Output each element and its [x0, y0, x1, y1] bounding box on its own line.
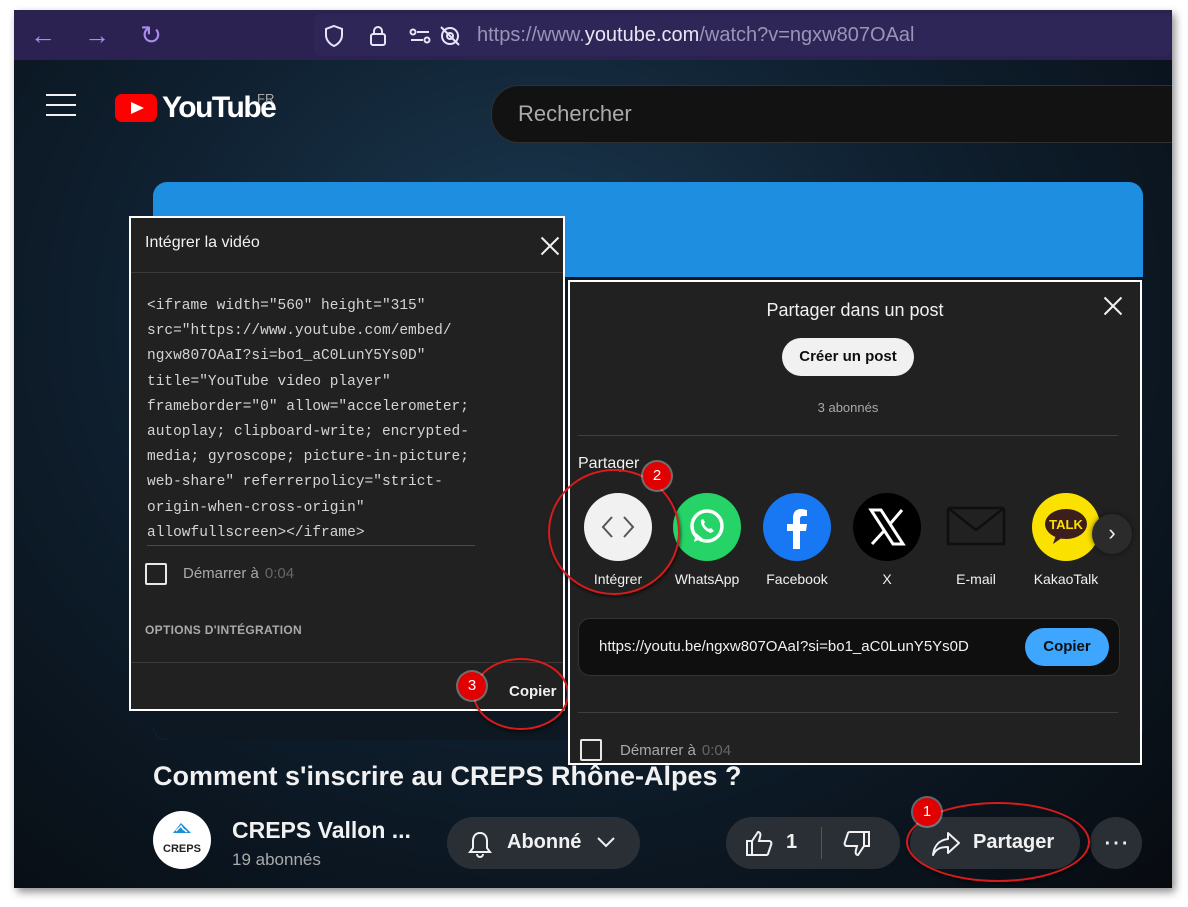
- whatsapp-icon: [673, 493, 741, 561]
- embed-code-line: ngxw807OAaI?si=bo1_aC0LunY5Ys0D": [147, 348, 426, 365]
- share-target-label: E-mail: [956, 571, 996, 587]
- kakaotalk-icon: TALK: [1032, 493, 1100, 561]
- chevron-right-icon[interactable]: ›: [1092, 514, 1132, 554]
- svg-text:TALK: TALK: [1049, 517, 1083, 532]
- start-at-checkbox[interactable]: [145, 563, 167, 585]
- share-link-text[interactable]: https://youtu.be/ngxw807OAaI?si=bo1_aC0L…: [599, 638, 969, 655]
- start-at-text: Démarrer à: [183, 565, 259, 582]
- start-at-text: Démarrer à: [620, 742, 696, 759]
- url-prefix: https://www.: [477, 24, 585, 46]
- embed-code-textarea[interactable]: <iframe width="560" height="315" src="htt…: [147, 294, 477, 540]
- annotation-ring: [473, 658, 569, 730]
- share-copy-button[interactable]: Copier: [1025, 628, 1109, 666]
- share-dialog-title: Partager dans un post: [766, 300, 944, 320]
- email-icon: [942, 493, 1010, 561]
- subscribed-label: Abonné: [507, 831, 582, 853]
- address-bar[interactable]: https://www.youtube.com/watch?v=ngxw807O…: [314, 14, 1172, 56]
- share-link-box: https://youtu.be/ngxw807OAaI?si=bo1_aC0L…: [578, 618, 1120, 676]
- annotation-badge-2: 2: [643, 462, 671, 490]
- browser-toolbar: ← → ↻ https://www.youtube.com/watch?v=ng…: [14, 10, 1172, 60]
- embed-code-line: autoplay; clipboard-write; encrypted-: [147, 424, 469, 441]
- search-input[interactable]: [516, 98, 1120, 130]
- divider: [147, 545, 475, 546]
- embed-code-line: allowfullscreen></iframe>: [147, 524, 365, 540]
- share-target-email[interactable]: E-mail: [936, 493, 1016, 587]
- more-icon: ⋯: [1103, 827, 1129, 857]
- divider: [821, 827, 822, 859]
- permissions-icon[interactable]: [408, 24, 432, 48]
- thumbs-down-icon[interactable]: [842, 830, 872, 858]
- subscribed-button[interactable]: Abonné: [447, 817, 640, 869]
- embed-code-line: <iframe width="560" height="315": [147, 298, 426, 314]
- avatar-text: CREPS: [163, 843, 201, 855]
- share-start-at-label: Démarrer à 0:04: [620, 742, 731, 759]
- menu-icon[interactable]: [46, 94, 76, 116]
- facebook-icon: [763, 493, 831, 561]
- like-count[interactable]: 1: [786, 831, 797, 854]
- reload-icon[interactable]: ↻: [136, 20, 166, 50]
- thumbs-up-icon[interactable]: [744, 829, 774, 857]
- share-target-x[interactable]: X: [847, 493, 927, 587]
- embed-code-line: web-share" referrerpolicy="strict-: [147, 474, 443, 491]
- share-target-label: KakaoTalk: [1033, 571, 1099, 587]
- like-dislike-group: 1: [726, 817, 900, 869]
- divider: [131, 272, 563, 273]
- embed-code-line: src="https://www.youtube.com/embed/: [147, 323, 452, 340]
- share-target-label: Facebook: [766, 571, 828, 587]
- share-target-label: WhatsApp: [674, 571, 740, 587]
- x-icon: [853, 493, 921, 561]
- share-target-label: X: [882, 571, 892, 587]
- embed-code-line: origin-when-cross-origin": [147, 499, 365, 516]
- start-at-time[interactable]: 0:04: [702, 742, 731, 759]
- subscriber-count: 3 abonnés: [817, 400, 879, 415]
- channel-name[interactable]: CREPS Vallon ...: [232, 817, 411, 844]
- url-host: youtube.com: [584, 24, 700, 46]
- screenshot-frame: ← → ↻ https://www.youtube.com/watch?v=ng…: [14, 10, 1172, 888]
- lock-icon[interactable]: [366, 24, 390, 48]
- embed-dialog: Intégrer la vidéo <iframe width="560" he…: [129, 216, 569, 730]
- close-icon[interactable]: [538, 234, 562, 258]
- avatar[interactable]: CREPS: [153, 811, 211, 869]
- share-dialog: Partager dans un post Créer un post 3 ab…: [548, 280, 1142, 765]
- annotation-badge-3: 3: [458, 672, 486, 700]
- url-text[interactable]: https://www.youtube.com/watch?v=ngxw807O…: [477, 24, 914, 47]
- chevron-down-icon: [597, 837, 615, 848]
- share-start-at-checkbox[interactable]: [580, 739, 602, 761]
- embed-code-line: frameborder="0" allow="accelerometer;: [147, 398, 469, 415]
- bell-icon: [468, 831, 492, 858]
- country-code: FR: [257, 91, 275, 106]
- channel-subscribers: 19 abonnés: [232, 850, 321, 869]
- start-at-time[interactable]: 0:04: [265, 565, 294, 582]
- more-actions-button[interactable]: ⋯: [1090, 817, 1142, 869]
- youtube-header: YouTube FR: [14, 68, 1172, 143]
- video-title: Comment s'inscrire au CREPS Rhône-Alpes …: [153, 761, 742, 791]
- annotation-badge-1: 1: [913, 798, 941, 826]
- embed-options-heading[interactable]: OPTIONS D'INTÉGRATION: [145, 623, 302, 637]
- back-arrow-icon[interactable]: ←: [28, 20, 58, 50]
- url-path: /watch?v=ngxw807OAal: [699, 24, 915, 46]
- search-box[interactable]: [491, 85, 1172, 143]
- divider: [578, 712, 1118, 713]
- embed-code-line: title="YouTube video player": [147, 373, 391, 390]
- embed-code-line: media; gyroscope; picture-in-picture;: [147, 449, 469, 466]
- start-at-label: Démarrer à 0:04: [183, 565, 294, 582]
- tracking-blocked-icon[interactable]: [438, 24, 462, 48]
- close-icon[interactable]: [1101, 294, 1125, 318]
- share-target-facebook[interactable]: Facebook: [757, 493, 837, 587]
- youtube-play-icon: [115, 94, 157, 122]
- divider: [578, 435, 1118, 436]
- forward-arrow-icon[interactable]: →: [82, 20, 112, 50]
- create-post-button[interactable]: Créer un post: [782, 338, 914, 376]
- embed-dialog-title: Intégrer la vidéo: [145, 234, 260, 251]
- shield-icon[interactable]: [322, 24, 346, 48]
